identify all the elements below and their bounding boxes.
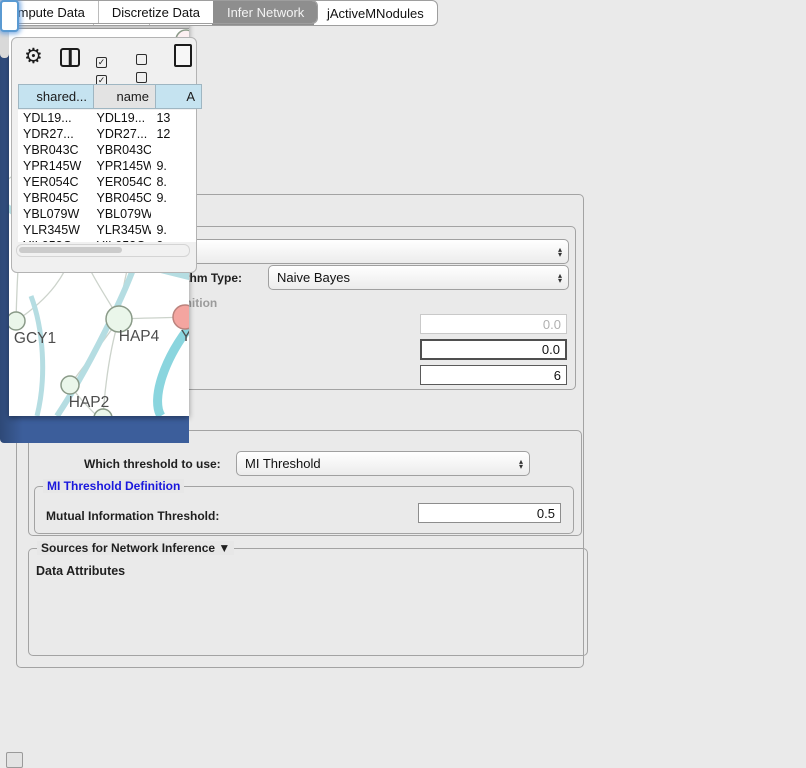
table-cell[interactable]: YIL052C — [91, 238, 151, 242]
tab-label: Impute Data — [14, 5, 85, 20]
table-cell[interactable]: YBL079W — [91, 206, 151, 222]
table-cell[interactable]: YBR045C — [91, 190, 151, 206]
table-cell[interactable]: 12 — [151, 126, 196, 142]
mi-algorithm-type-value: Naive Bayes — [269, 270, 552, 285]
table-horizontal-scrollbar[interactable] — [16, 244, 190, 257]
table-cell[interactable] — [151, 142, 196, 158]
tab-label: Discretize Data — [112, 5, 200, 20]
tab-label: jActiveMNodules — [327, 6, 424, 21]
stepper-arrows-icon[interactable]: ▴▾ — [552, 266, 568, 289]
which-threshold-select[interactable]: MI Threshold ▴▾ — [236, 451, 530, 476]
table-row[interactable]: YLR345WYLR345W9. — [18, 222, 196, 238]
table-cell[interactable]: YPR145W — [18, 158, 91, 174]
table-row[interactable]: YIL052CYIL052C9. — [18, 238, 196, 242]
table-cell[interactable]: 9. — [151, 238, 196, 242]
sources-legend: Sources for Network Inference ▼ — [37, 541, 234, 555]
table-cell[interactable]: 13 — [151, 110, 196, 126]
node-label-hap4: HAP4 — [119, 328, 160, 345]
table-cell[interactable]: YIL052C — [18, 238, 91, 242]
column-layout-icon[interactable] — [60, 48, 80, 67]
table-cell[interactable]: YDR27... — [91, 126, 151, 142]
table-row[interactable]: YPR145WYPR145W9. — [18, 158, 196, 174]
settings-gear-icon[interactable]: ⚙ — [24, 44, 43, 69]
tab-label: Infer Network — [227, 5, 304, 20]
tab-discretize-data[interactable]: Discretize Data — [98, 1, 213, 23]
table-row[interactable]: YBL079WYBL079W — [18, 206, 196, 222]
data-attributes-label: Data Attributes — [36, 564, 125, 578]
table-cell[interactable]: 9. — [151, 158, 196, 174]
node-table: ⚙✓✓ shared...nameA YDL19...YDL19...13YDR… — [11, 37, 197, 273]
node-label-gcy1: GCY1 — [14, 330, 56, 347]
table-row[interactable]: YDR27...YDR27...12 — [18, 126, 196, 142]
table-cell[interactable]: YLR345W — [18, 222, 91, 238]
table-cell[interactable]: YDR27... — [18, 126, 91, 142]
table-cell[interactable]: YBR045C — [18, 190, 91, 206]
hide-columns-icon[interactable] — [136, 52, 150, 88]
table-cell[interactable]: 9. — [151, 222, 196, 238]
table-cell[interactable]: YBL079W — [18, 206, 91, 222]
network-node-y[interactable] — [173, 305, 189, 329]
table-cell[interactable]: YBR043C — [18, 142, 91, 158]
network-edge — [31, 296, 43, 416]
tab-infer-network[interactable]: Infer Network — [213, 1, 317, 23]
network-node-hap2[interactable] — [61, 376, 79, 394]
table-header: shared...nameA — [18, 84, 202, 109]
collapse-down-icon[interactable]: ▼ — [218, 541, 230, 555]
table-row[interactable]: YBR043CYBR043C — [18, 142, 196, 158]
cyni-mode-tabs: Impute Data Discretize Data Infer Network — [0, 0, 318, 24]
node-label-y: Y — [181, 328, 189, 345]
stepper-arrows-icon[interactable]: ▴▾ — [513, 452, 529, 475]
table-cell[interactable]: YDL19... — [91, 110, 151, 126]
network-node-gcy1[interactable] — [9, 312, 25, 330]
table-cell[interactable]: YPR145W — [91, 158, 151, 174]
mi-threshold-definition-legend: MI Threshold Definition — [43, 479, 184, 493]
column-header-shared[interactable]: shared... — [18, 84, 94, 109]
dpi-tolerance-field[interactable] — [420, 339, 567, 360]
column-header-name[interactable]: name — [94, 84, 156, 109]
table-row[interactable]: YER054CYER054C8. — [18, 174, 196, 190]
kernel-width-field[interactable] — [420, 314, 567, 334]
mi-threshold-field[interactable] — [418, 503, 561, 523]
new-table-icon[interactable] — [174, 44, 192, 67]
which-threshold-value: MI Threshold — [237, 456, 513, 471]
table-cell[interactable]: 9. — [151, 190, 196, 206]
table-cell[interactable]: 8. — [151, 174, 196, 190]
focused-combo-fragment[interactable] — [0, 0, 19, 32]
tab-jactivemnodules[interactable]: jActiveMNodules — [313, 1, 437, 25]
table-cell[interactable]: YLR345W — [91, 222, 151, 238]
table-cell[interactable] — [151, 206, 196, 222]
table-cell[interactable]: YER054C — [18, 174, 91, 190]
table-cell[interactable]: YER054C — [91, 174, 151, 190]
mi-algorithm-type-select[interactable]: Naive Bayes ▴▾ — [268, 265, 569, 290]
show-checked-columns-icon[interactable]: ✓✓ — [96, 52, 110, 88]
mi-threshold-label: Mutual Information Threshold: — [46, 509, 219, 523]
table-panel: Table Panel ⚙✓✓ shared...nameA YDL19...Y… — [0, 0, 189, 307]
table-rows: YDL19...YDL19...13YDR27...YDR27...12YBR0… — [18, 110, 196, 242]
mi-steps-field[interactable] — [420, 365, 567, 385]
column-header-a[interactable]: A — [156, 84, 202, 109]
minimized-panel-chip[interactable] — [6, 752, 23, 768]
table-cell[interactable]: YBR043C — [91, 142, 151, 158]
stepper-arrows-icon[interactable]: ▴▾ — [552, 240, 568, 263]
table-row[interactable]: YBR045CYBR045C9. — [18, 190, 196, 206]
table-row[interactable]: YDL19...YDL19...13 — [18, 110, 196, 126]
which-threshold-label: Which threshold to use: — [84, 457, 221, 471]
table-cell[interactable]: YDL19... — [18, 110, 91, 126]
